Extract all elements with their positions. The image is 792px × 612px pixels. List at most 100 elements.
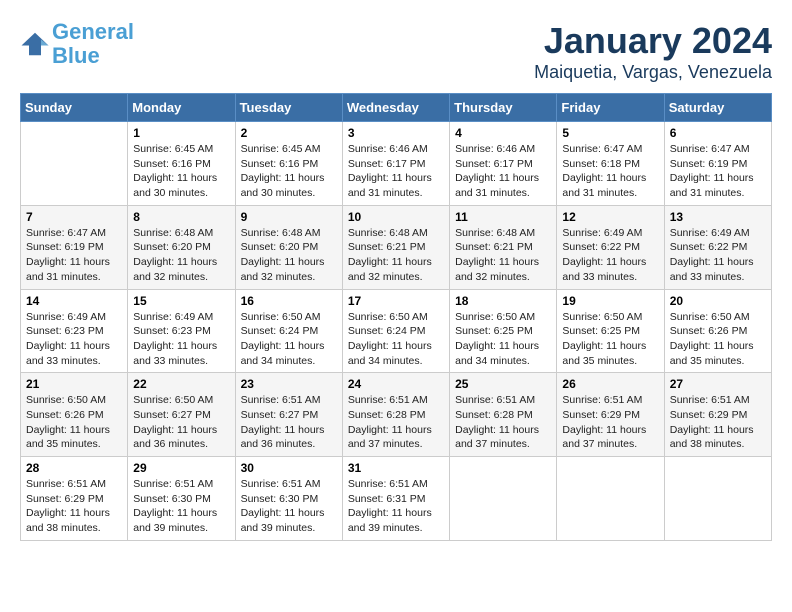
calendar-cell: 12 Sunrise: 6:49 AMSunset: 6:22 PMDayligh… xyxy=(557,205,664,289)
day-number: 31 xyxy=(348,461,444,475)
day-info: Sunrise: 6:49 AMSunset: 6:23 PMDaylight:… xyxy=(26,310,122,369)
calendar-cell xyxy=(664,457,771,541)
calendar-cell: 17Sunrise: 6:50 AMSunset: 6:24 PMDayligh… xyxy=(342,289,449,373)
weekday-header-sunday: Sunday xyxy=(21,94,128,122)
day-number: 23 xyxy=(241,377,337,391)
day-info: Sunrise: 6:51 AMSunset: 6:29 PMDaylight:… xyxy=(562,393,658,452)
day-info: Sunrise: 6:51 AMSunset: 6:27 PMDaylight:… xyxy=(241,393,337,452)
day-info: Sunrise: 6:48 AMSunset: 6:21 PMDaylight:… xyxy=(348,226,444,285)
day-number: 7 xyxy=(26,210,122,224)
calendar-cell: 28 Sunrise: 6:51 AMSunset: 6:29 PMDayligh… xyxy=(21,457,128,541)
day-info: Sunrise: 6:49 AMSunset: 6:22 PMDaylight:… xyxy=(562,226,658,285)
day-number: 11 xyxy=(455,210,551,224)
calendar-cell: 25Sunrise: 6:51 AMSunset: 6:28 PMDayligh… xyxy=(450,373,557,457)
calendar-subtitle: Maiquetia, Vargas, Venezuela xyxy=(534,62,772,83)
day-number: 10 xyxy=(348,210,444,224)
day-number: 24 xyxy=(348,377,444,391)
logo: General Blue xyxy=(20,20,134,68)
day-number: 8 xyxy=(133,210,229,224)
calendar-cell: 26Sunrise: 6:51 AMSunset: 6:29 PMDayligh… xyxy=(557,373,664,457)
day-info: Sunrise: 6:51 AMSunset: 6:29 PMDaylight:… xyxy=(670,393,766,452)
day-number: 29 xyxy=(133,461,229,475)
day-info: Sunrise: 6:47 AMSunset: 6:18 PMDaylight:… xyxy=(562,142,658,201)
page-header: General Blue January 2024 Maiquetia, Var… xyxy=(20,20,772,83)
day-number: 6 xyxy=(670,126,766,140)
day-info: Sunrise: 6:47 AMSunset: 6:19 PMDaylight:… xyxy=(26,226,122,285)
calendar-cell: 11 Sunrise: 6:48 AMSunset: 6:21 PMDayligh… xyxy=(450,205,557,289)
day-info: Sunrise: 6:46 AMSunset: 6:17 PMDaylight:… xyxy=(348,142,444,201)
day-number: 9 xyxy=(241,210,337,224)
calendar-cell: 30Sunrise: 6:51 AMSunset: 6:30 PMDayligh… xyxy=(235,457,342,541)
day-number: 4 xyxy=(455,126,551,140)
calendar-cell: 22 Sunrise: 6:50 AMSunset: 6:27 PMDayligh… xyxy=(128,373,235,457)
calendar-cell: 27 Sunrise: 6:51 AMSunset: 6:29 PMDayligh… xyxy=(664,373,771,457)
day-number: 27 xyxy=(670,377,766,391)
calendar-cell: 9 Sunrise: 6:48 AMSunset: 6:20 PMDaylight… xyxy=(235,205,342,289)
day-info: Sunrise: 6:51 AMSunset: 6:30 PMDaylight:… xyxy=(133,477,229,536)
calendar-cell: 18 Sunrise: 6:50 AMSunset: 6:25 PMDayligh… xyxy=(450,289,557,373)
calendar-cell: 13 Sunrise: 6:49 AMSunset: 6:22 PMDayligh… xyxy=(664,205,771,289)
calendar-week-row: 1 Sunrise: 6:45 AMSunset: 6:16 PMDaylight… xyxy=(21,122,772,206)
weekday-header-thursday: Thursday xyxy=(450,94,557,122)
day-number: 18 xyxy=(455,294,551,308)
weekday-header-friday: Friday xyxy=(557,94,664,122)
calendar-cell: 2Sunrise: 6:45 AMSunset: 6:16 PMDaylight… xyxy=(235,122,342,206)
day-info: Sunrise: 6:50 AMSunset: 6:24 PMDaylight:… xyxy=(348,310,444,369)
calendar-table: SundayMondayTuesdayWednesdayThursdayFrid… xyxy=(20,93,772,541)
calendar-cell xyxy=(557,457,664,541)
day-number: 21 xyxy=(26,377,122,391)
day-number: 20 xyxy=(670,294,766,308)
day-info: Sunrise: 6:49 AMSunset: 6:22 PMDaylight:… xyxy=(670,226,766,285)
calendar-header-row: SundayMondayTuesdayWednesdayThursdayFrid… xyxy=(21,94,772,122)
day-number: 19 xyxy=(562,294,658,308)
day-info: Sunrise: 6:46 AMSunset: 6:17 PMDaylight:… xyxy=(455,142,551,201)
day-number: 22 xyxy=(133,377,229,391)
day-number: 16 xyxy=(241,294,337,308)
day-number: 12 xyxy=(562,210,658,224)
day-info: Sunrise: 6:50 AMSunset: 6:24 PMDaylight:… xyxy=(241,310,337,369)
weekday-header-tuesday: Tuesday xyxy=(235,94,342,122)
day-info: Sunrise: 6:48 AMSunset: 6:20 PMDaylight:… xyxy=(133,226,229,285)
day-info: Sunrise: 6:51 AMSunset: 6:30 PMDaylight:… xyxy=(241,477,337,536)
day-info: Sunrise: 6:50 AMSunset: 6:25 PMDaylight:… xyxy=(455,310,551,369)
day-info: Sunrise: 6:51 AMSunset: 6:28 PMDaylight:… xyxy=(455,393,551,452)
day-info: Sunrise: 6:48 AMSunset: 6:21 PMDaylight:… xyxy=(455,226,551,285)
day-number: 15 xyxy=(133,294,229,308)
day-info: Sunrise: 6:50 AMSunset: 6:27 PMDaylight:… xyxy=(133,393,229,452)
calendar-cell xyxy=(450,457,557,541)
logo-icon xyxy=(20,29,50,59)
calendar-week-row: 21 Sunrise: 6:50 AMSunset: 6:26 PMDayligh… xyxy=(21,373,772,457)
calendar-cell: 20 Sunrise: 6:50 AMSunset: 6:26 PMDayligh… xyxy=(664,289,771,373)
calendar-cell: 23 Sunrise: 6:51 AMSunset: 6:27 PMDayligh… xyxy=(235,373,342,457)
day-info: Sunrise: 6:50 AMSunset: 6:25 PMDaylight:… xyxy=(562,310,658,369)
calendar-cell: 19 Sunrise: 6:50 AMSunset: 6:25 PMDayligh… xyxy=(557,289,664,373)
day-info: Sunrise: 6:51 AMSunset: 6:29 PMDaylight:… xyxy=(26,477,122,536)
calendar-cell xyxy=(21,122,128,206)
weekday-header-wednesday: Wednesday xyxy=(342,94,449,122)
day-number: 1 xyxy=(133,126,229,140)
calendar-cell: 14 Sunrise: 6:49 AMSunset: 6:23 PMDayligh… xyxy=(21,289,128,373)
day-number: 13 xyxy=(670,210,766,224)
day-info: Sunrise: 6:50 AMSunset: 6:26 PMDaylight:… xyxy=(26,393,122,452)
calendar-cell: 1 Sunrise: 6:45 AMSunset: 6:16 PMDaylight… xyxy=(128,122,235,206)
day-number: 28 xyxy=(26,461,122,475)
calendar-cell: 16 Sunrise: 6:50 AMSunset: 6:24 PMDayligh… xyxy=(235,289,342,373)
day-number: 2 xyxy=(241,126,337,140)
calendar-cell: 21 Sunrise: 6:50 AMSunset: 6:26 PMDayligh… xyxy=(21,373,128,457)
day-info: Sunrise: 6:51 AMSunset: 6:31 PMDaylight:… xyxy=(348,477,444,536)
logo-text: General Blue xyxy=(52,20,134,68)
calendar-cell: 10 Sunrise: 6:48 AMSunset: 6:21 PMDayligh… xyxy=(342,205,449,289)
day-number: 14 xyxy=(26,294,122,308)
day-info: Sunrise: 6:48 AMSunset: 6:20 PMDaylight:… xyxy=(241,226,337,285)
day-info: Sunrise: 6:50 AMSunset: 6:26 PMDaylight:… xyxy=(670,310,766,369)
day-info: Sunrise: 6:49 AMSunset: 6:23 PMDaylight:… xyxy=(133,310,229,369)
calendar-week-row: 28 Sunrise: 6:51 AMSunset: 6:29 PMDayligh… xyxy=(21,457,772,541)
calendar-cell: 29 Sunrise: 6:51 AMSunset: 6:30 PMDayligh… xyxy=(128,457,235,541)
calendar-cell: 3Sunrise: 6:46 AMSunset: 6:17 PMDaylight… xyxy=(342,122,449,206)
weekday-header-saturday: Saturday xyxy=(664,94,771,122)
calendar-cell: 24Sunrise: 6:51 AMSunset: 6:28 PMDayligh… xyxy=(342,373,449,457)
day-info: Sunrise: 6:45 AMSunset: 6:16 PMDaylight:… xyxy=(133,142,229,201)
title-block: January 2024 Maiquetia, Vargas, Venezuel… xyxy=(534,20,772,83)
calendar-cell: 4 Sunrise: 6:46 AMSunset: 6:17 PMDaylight… xyxy=(450,122,557,206)
weekday-header-monday: Monday xyxy=(128,94,235,122)
